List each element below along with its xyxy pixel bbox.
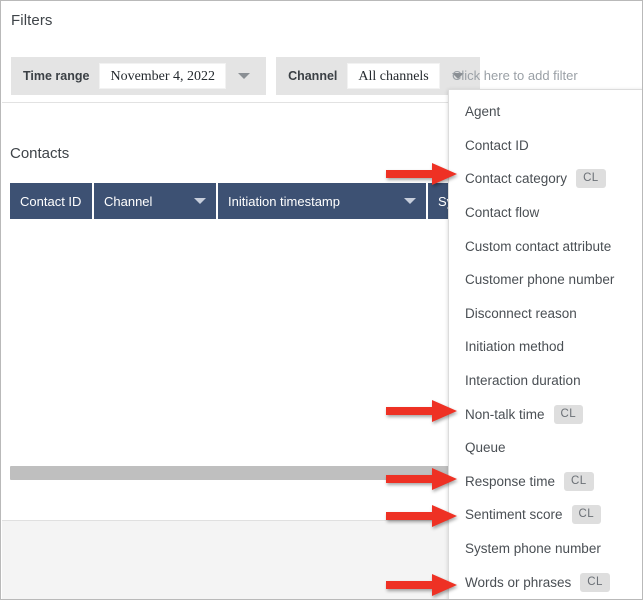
add-filter-dropdown[interactable]: Agent Contact ID Contact category CL Con… — [448, 89, 643, 600]
dropdown-item-agent[interactable]: Agent — [449, 95, 643, 129]
dropdown-item-label: Contact flow — [465, 205, 539, 220]
column-header-label: Channel — [104, 194, 152, 209]
filter-time-range-value[interactable]: November 4, 2022 — [99, 63, 226, 89]
column-header-channel[interactable]: Channel — [94, 183, 216, 219]
column-header-contact-id[interactable]: Contact ID — [10, 183, 92, 219]
filter-time-range-label: Time range — [23, 69, 89, 83]
dropdown-item-label: System phone number — [465, 541, 601, 556]
sort-chevron-down-icon[interactable] — [194, 198, 206, 204]
dropdown-item-initiation-method[interactable]: Initiation method — [449, 330, 643, 364]
contact-lens-badge: CL — [580, 573, 610, 592]
dropdown-item-non-talk-time[interactable]: Non-talk time CL — [449, 397, 643, 431]
sort-chevron-down-icon[interactable] — [404, 198, 416, 204]
dropdown-item-disconnect-reason[interactable]: Disconnect reason — [449, 297, 643, 331]
dropdown-item-words-or-phrases[interactable]: Words or phrases CL — [449, 565, 643, 599]
contacts-heading: Contacts — [10, 145, 69, 162]
dropdown-item-customer-phone-number[interactable]: Customer phone number — [449, 263, 643, 297]
filter-pill-row: Time range November 4, 2022 Channel All … — [11, 57, 490, 95]
dropdown-item-interaction-duration[interactable]: Interaction duration — [449, 364, 643, 398]
contact-lens-badge: CL — [564, 472, 594, 491]
filter-time-range[interactable]: Time range November 4, 2022 — [11, 57, 266, 95]
dropdown-item-sentiment-score[interactable]: Sentiment score CL — [449, 498, 643, 532]
dropdown-item-label: Contact ID — [465, 138, 529, 153]
contact-lens-badge: CL — [576, 169, 606, 188]
dropdown-item-response-time[interactable]: Response time CL — [449, 465, 643, 499]
screenshot-root: Filters Time range November 4, 2022 Chan… — [0, 0, 643, 600]
dropdown-item-label: Customer phone number — [465, 272, 614, 287]
add-filter-input[interactable]: Click here to add filter — [452, 68, 578, 83]
dropdown-item-label: Contact category — [465, 171, 567, 186]
column-header-initiation-timestamp[interactable]: Initiation timestamp — [218, 183, 426, 219]
dropdown-item-system-phone-number[interactable]: System phone number — [449, 532, 643, 566]
dropdown-item-label: Interaction duration — [465, 373, 581, 388]
dropdown-item-label: Response time — [465, 474, 555, 489]
filter-channel-label: Channel — [288, 69, 337, 83]
dropdown-item-label: Disconnect reason — [465, 306, 577, 321]
dropdown-item-label: Sentiment score — [465, 507, 563, 522]
dropdown-item-label: Words or phrases — [465, 575, 571, 590]
filter-channel-value[interactable]: All channels — [347, 63, 439, 89]
chevron-down-icon[interactable] — [238, 73, 250, 79]
filters-heading: Filters — [11, 12, 53, 29]
contact-lens-badge: CL — [554, 405, 584, 424]
filters-panel: Filters Time range November 4, 2022 Chan… — [2, 2, 643, 103]
dropdown-item-custom-contact-attribute[interactable]: Custom contact attribute — [449, 229, 643, 263]
dropdown-item-label: Queue — [465, 440, 506, 455]
dropdown-item-contact-category[interactable]: Contact category CL — [449, 162, 643, 196]
contact-lens-badge: CL — [572, 505, 602, 524]
dropdown-item-contact-id[interactable]: Contact ID — [449, 129, 643, 163]
dropdown-item-label: Agent — [465, 104, 500, 119]
dropdown-item-label: Non-talk time — [465, 407, 545, 422]
dropdown-item-label: Initiation method — [465, 339, 564, 354]
dropdown-item-contact-flow[interactable]: Contact flow — [449, 196, 643, 230]
column-header-label: Contact ID — [20, 194, 81, 209]
dropdown-item-label: Custom contact attribute — [465, 239, 611, 254]
dropdown-item-queue[interactable]: Queue — [449, 431, 643, 465]
column-header-label: Initiation timestamp — [228, 194, 340, 209]
